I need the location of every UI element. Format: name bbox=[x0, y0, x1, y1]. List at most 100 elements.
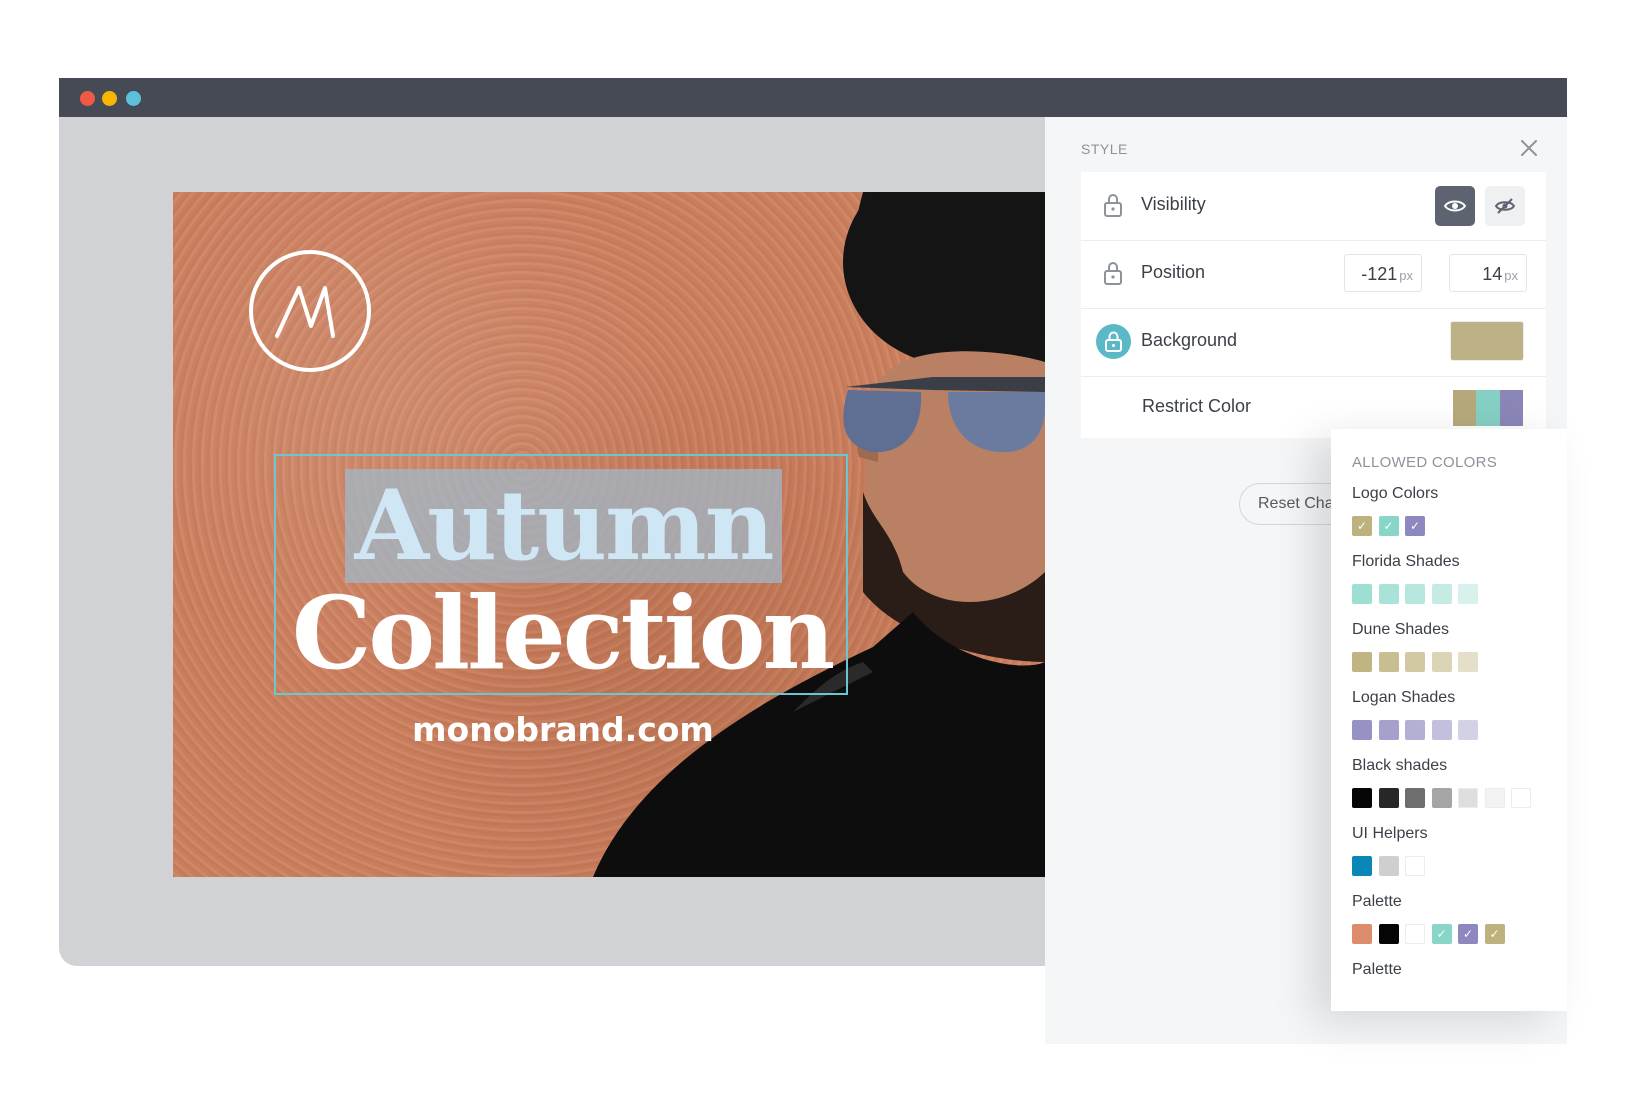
color-group: Logan Shades bbox=[1352, 689, 1485, 740]
color-swatch[interactable] bbox=[1511, 788, 1531, 808]
color-swatch[interactable]: ✓ bbox=[1352, 516, 1372, 536]
color-swatch[interactable] bbox=[1405, 924, 1425, 944]
color-group-label: Dune Shades bbox=[1352, 621, 1449, 638]
color-group: Logo Colors ✓ ✓ ✓ bbox=[1352, 485, 1438, 536]
color-swatch[interactable] bbox=[1352, 584, 1372, 604]
color-swatch[interactable]: ✓ bbox=[1458, 924, 1478, 944]
design-canvas: Autumn Collection monobrand.com bbox=[59, 117, 1045, 966]
color-swatch[interactable] bbox=[1405, 720, 1425, 740]
panel-title: STYLE bbox=[1081, 141, 1128, 157]
background-color-swatch[interactable] bbox=[1451, 322, 1523, 360]
window-titlebar bbox=[59, 78, 1567, 117]
restrict-color-2 bbox=[1476, 390, 1500, 426]
color-swatch[interactable] bbox=[1458, 788, 1478, 808]
allowed-colors-title: ALLOWED COLORS bbox=[1352, 454, 1498, 471]
color-swatch[interactable]: ✓ bbox=[1405, 516, 1425, 536]
color-swatch[interactable] bbox=[1352, 652, 1372, 672]
lock-icon[interactable] bbox=[1103, 260, 1123, 286]
color-group: Palette bbox=[1352, 961, 1402, 983]
restrict-color-3 bbox=[1499, 390, 1523, 426]
eye-icon bbox=[1443, 200, 1467, 212]
color-swatch[interactable] bbox=[1378, 652, 1399, 672]
color-swatch[interactable] bbox=[1352, 788, 1372, 808]
color-swatch-row: ✓ ✓ ✓ bbox=[1352, 516, 1438, 536]
position-x-unit: px bbox=[1399, 268, 1413, 283]
restrict-color-1 bbox=[1453, 390, 1477, 426]
allowed-colors-popover: ALLOWED COLORS Logo Colors ✓ ✓ ✓ Florida Sha… bbox=[1331, 429, 1567, 1011]
eye-off-icon bbox=[1494, 198, 1516, 214]
color-swatch[interactable] bbox=[1431, 652, 1452, 672]
brand-logo[interactable] bbox=[249, 250, 371, 372]
position-y-value: 14 bbox=[1482, 264, 1503, 284]
color-swatch-row bbox=[1352, 652, 1485, 672]
color-swatch[interactable] bbox=[1352, 720, 1372, 740]
monogram-m-logo bbox=[275, 286, 335, 338]
color-swatch[interactable] bbox=[1405, 652, 1425, 672]
lock-icon[interactable] bbox=[1103, 192, 1123, 218]
color-swatch[interactable] bbox=[1352, 924, 1372, 944]
color-swatch[interactable] bbox=[1484, 788, 1505, 808]
position-row: Position -121 px 14 px bbox=[1081, 240, 1546, 309]
checkmark-icon: ✓ bbox=[1356, 519, 1368, 533]
visibility-row: Visibility bbox=[1081, 172, 1546, 241]
color-swatch[interactable] bbox=[1458, 720, 1478, 740]
checkmark-icon: ✓ bbox=[1489, 927, 1500, 941]
checkmark-icon: ✓ bbox=[1383, 519, 1394, 533]
color-swatch[interactable] bbox=[1458, 584, 1478, 604]
color-swatch[interactable]: ✓ bbox=[1378, 516, 1399, 536]
position-y-input[interactable]: 14 px bbox=[1449, 254, 1527, 292]
color-swatch-row bbox=[1352, 720, 1485, 740]
color-group: Palette ✓ ✓ ✓ bbox=[1352, 893, 1511, 944]
color-swatch[interactable]: ✓ bbox=[1484, 924, 1505, 944]
color-swatch[interactable] bbox=[1378, 788, 1399, 808]
color-group-label: Florida Shades bbox=[1352, 553, 1460, 570]
background-label: Background bbox=[1141, 330, 1238, 350]
color-swatch[interactable] bbox=[1352, 856, 1372, 876]
color-swatch[interactable] bbox=[1431, 720, 1452, 740]
color-swatch[interactable] bbox=[1405, 584, 1425, 604]
background-lock-button[interactable] bbox=[1096, 324, 1131, 359]
color-group: Black shades bbox=[1352, 757, 1538, 808]
website-text[interactable]: monobrand.com bbox=[323, 708, 803, 752]
color-swatch[interactable] bbox=[1458, 652, 1478, 672]
color-group-label: Palette bbox=[1352, 893, 1402, 910]
restrict-color-label: Restrict Color bbox=[1142, 396, 1252, 416]
checkmark-icon: ✓ bbox=[1462, 927, 1474, 941]
color-swatch[interactable] bbox=[1378, 856, 1399, 876]
color-swatch[interactable] bbox=[1378, 924, 1399, 944]
position-y-unit: px bbox=[1504, 268, 1518, 283]
checkmark-icon: ✓ bbox=[1436, 927, 1447, 941]
position-label: Position bbox=[1141, 262, 1206, 282]
color-swatch[interactable] bbox=[1431, 788, 1452, 808]
close-window-icon[interactable] bbox=[80, 91, 95, 106]
visible-button[interactable] bbox=[1435, 186, 1475, 226]
color-swatch-row bbox=[1352, 788, 1538, 808]
color-swatch[interactable] bbox=[1431, 584, 1452, 604]
lock-icon bbox=[1105, 331, 1122, 352]
position-x-input[interactable]: -121 px bbox=[1344, 254, 1422, 292]
maximize-window-icon[interactable] bbox=[126, 91, 141, 106]
checkmark-icon: ✓ bbox=[1409, 519, 1421, 533]
color-group-label: Black shades bbox=[1352, 757, 1448, 774]
color-swatch[interactable] bbox=[1378, 720, 1399, 740]
color-group: UI Helpers bbox=[1352, 825, 1432, 876]
close-icon[interactable] bbox=[1518, 137, 1540, 159]
color-swatch-row bbox=[1352, 856, 1432, 876]
text-selection-box[interactable] bbox=[274, 454, 848, 695]
color-group-label: Logan Shades bbox=[1352, 689, 1456, 706]
color-group: Florida Shades bbox=[1352, 553, 1485, 604]
color-swatch[interactable]: ✓ bbox=[1431, 924, 1452, 944]
color-swatch[interactable] bbox=[1405, 788, 1425, 808]
restrict-color-swatch[interactable] bbox=[1453, 390, 1523, 426]
color-group-label: UI Helpers bbox=[1352, 825, 1428, 842]
color-swatch[interactable] bbox=[1378, 584, 1399, 604]
style-card: Visibility Position -121 px 14 px Backgr… bbox=[1081, 172, 1546, 438]
visibility-label: Visibility bbox=[1141, 194, 1206, 214]
position-x-value: -121 bbox=[1361, 264, 1398, 284]
color-group-label: Logo Colors bbox=[1352, 485, 1439, 502]
color-swatch-row bbox=[1352, 584, 1485, 604]
color-swatch[interactable] bbox=[1405, 856, 1425, 876]
minimize-window-icon[interactable] bbox=[102, 91, 117, 106]
artwork-banner[interactable]: Autumn Collection monobrand.com bbox=[173, 192, 1045, 877]
hidden-button[interactable] bbox=[1485, 186, 1525, 226]
